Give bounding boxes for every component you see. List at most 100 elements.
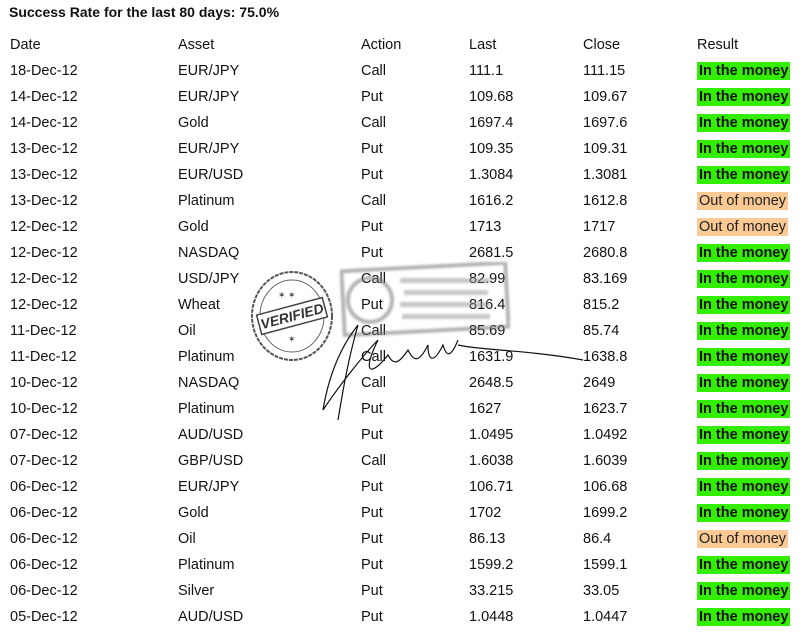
cell-action: Put bbox=[361, 245, 383, 261]
cell-result: In the money bbox=[693, 448, 801, 474]
cell-action: Put bbox=[361, 531, 383, 547]
result-badge: In the money bbox=[697, 62, 791, 80]
cell-last: 1.6038 bbox=[469, 453, 514, 469]
cell-last: 86.13 bbox=[469, 531, 506, 547]
cell-date: 10-Dec-12 bbox=[10, 401, 78, 417]
cell-last: 1702 bbox=[469, 505, 502, 521]
header-date: Date bbox=[10, 37, 41, 53]
cell-close: 109.31 bbox=[583, 141, 628, 157]
cell-result: In the money bbox=[693, 370, 801, 396]
cell-close: 85.74 bbox=[583, 323, 620, 339]
cell-date: 06-Dec-12 bbox=[10, 505, 78, 521]
cell-action: Call bbox=[361, 453, 386, 469]
cell-result: In the money bbox=[693, 240, 801, 266]
cell-close: 815.2 bbox=[583, 297, 620, 313]
cell-last: 1.0448 bbox=[469, 609, 514, 625]
header-close: Close bbox=[583, 37, 621, 53]
table-header-row: Date Asset Action Last Close Result bbox=[6, 32, 801, 58]
cell-last: 33.215 bbox=[469, 583, 514, 599]
table-row: 13-Dec-12 EUR/USD Put 1.3084 1.3081 In the mo… bbox=[6, 162, 801, 188]
cell-close: 1.0492 bbox=[583, 427, 628, 443]
cell-result: In the money bbox=[693, 84, 801, 110]
cell-action: Call bbox=[361, 375, 386, 391]
cell-action: Put bbox=[361, 583, 383, 599]
cell-close: 1623.7 bbox=[583, 401, 628, 417]
result-badge: In the money bbox=[697, 322, 791, 340]
cell-action: Call bbox=[361, 271, 386, 287]
cell-last: 85.69 bbox=[469, 323, 506, 339]
table-row: 05-Dec-12 AUD/USD Put 1.0448 1.0447 In the mo… bbox=[6, 604, 801, 630]
cell-close: 1599.1 bbox=[583, 557, 628, 573]
table-row: 13-Dec-12 EUR/JPY Put 109.35 109.31 In the mo… bbox=[6, 136, 801, 162]
table-row: 10-Dec-12 Platinum Put 1627 1623.7 In the mon… bbox=[6, 396, 801, 422]
cell-close: 1697.6 bbox=[583, 115, 628, 131]
cell-result: In the money bbox=[693, 292, 801, 318]
cell-result: In the money bbox=[693, 162, 801, 188]
cell-close: 1717 bbox=[583, 219, 616, 235]
cell-asset: USD/JPY bbox=[178, 271, 240, 287]
cell-asset: AUD/USD bbox=[178, 609, 244, 625]
cell-asset: NASDAQ bbox=[178, 245, 240, 261]
cell-last: 1631.9 bbox=[469, 349, 514, 365]
cell-close: 1.0447 bbox=[583, 609, 628, 625]
cell-date: 11-Dec-12 bbox=[10, 323, 77, 339]
cell-result: In the money bbox=[693, 474, 801, 500]
result-badge: In the money bbox=[697, 244, 791, 262]
cell-close: 1.6039 bbox=[583, 453, 628, 469]
cell-last: 109.35 bbox=[469, 141, 514, 157]
cell-last: 106.71 bbox=[469, 479, 514, 495]
cell-action: Call bbox=[361, 193, 386, 209]
cell-last: 1713 bbox=[469, 219, 502, 235]
cell-asset: Silver bbox=[178, 583, 215, 599]
cell-last: 1.3084 bbox=[469, 167, 514, 183]
table-row: 14-Dec-12 EUR/JPY Put 109.68 109.67 In the mo… bbox=[6, 84, 801, 110]
cell-asset: EUR/JPY bbox=[178, 89, 240, 105]
cell-asset: Platinum bbox=[178, 401, 235, 417]
table-row: 11-Dec-12 Oil Call 85.69 85.74 In the money bbox=[6, 318, 801, 344]
table-row: 06-Dec-12 Oil Put 86.13 86.4 Out of money bbox=[6, 526, 801, 552]
cell-asset: EUR/USD bbox=[178, 167, 244, 183]
cell-result: In the money bbox=[693, 344, 801, 370]
cell-date: 14-Dec-12 bbox=[10, 89, 78, 105]
cell-asset: Oil bbox=[178, 323, 196, 339]
cell-asset: Platinum bbox=[178, 557, 235, 573]
table-row: 06-Dec-12 Gold Put 1702 1699.2 In the money bbox=[6, 500, 801, 526]
cell-last: 1.0495 bbox=[469, 427, 514, 443]
result-badge: In the money bbox=[697, 270, 791, 288]
result-badge: In the money bbox=[697, 114, 791, 132]
cell-action: Put bbox=[361, 427, 383, 443]
cell-result: In the money bbox=[693, 500, 801, 526]
cell-asset: EUR/JPY bbox=[178, 479, 240, 495]
cell-asset: Wheat bbox=[178, 297, 220, 313]
cell-date: 13-Dec-12 bbox=[10, 193, 78, 209]
cell-action: Put bbox=[361, 89, 383, 105]
cell-close: 2680.8 bbox=[583, 245, 628, 261]
table-row: 12-Dec-12 Gold Put 1713 1717 Out of money bbox=[6, 214, 801, 240]
cell-action: Call bbox=[361, 349, 386, 365]
cell-close: 1612.8 bbox=[583, 193, 628, 209]
cell-result: In the money bbox=[693, 318, 801, 344]
cell-result: Out of money bbox=[693, 188, 801, 214]
table-row: 11-Dec-12 Platinum Call 1631.9 1638.8 In the … bbox=[6, 344, 801, 370]
cell-action: Call bbox=[361, 323, 386, 339]
cell-date: 11-Dec-12 bbox=[10, 349, 77, 365]
table-row: 06-Dec-12 Platinum Put 1599.2 1599.1 In the m… bbox=[6, 552, 801, 578]
header-last: Last bbox=[469, 37, 497, 53]
cell-result: In the money bbox=[693, 422, 801, 448]
table-row: 14-Dec-12 Gold Call 1697.4 1697.6 In the mone… bbox=[6, 110, 801, 136]
cell-last: 1697.4 bbox=[469, 115, 514, 131]
trade-results-table: Date Asset Action Last Close Result 18-D… bbox=[6, 32, 801, 630]
cell-action: Put bbox=[361, 167, 383, 183]
cell-date: 12-Dec-12 bbox=[10, 271, 78, 287]
cell-result: In the money bbox=[693, 266, 801, 292]
cell-last: 1599.2 bbox=[469, 557, 514, 573]
cell-action: Put bbox=[361, 479, 383, 495]
result-badge: In the money bbox=[697, 140, 791, 158]
cell-close: 111.15 bbox=[583, 63, 626, 79]
cell-asset: Gold bbox=[178, 219, 209, 235]
cell-last: 2648.5 bbox=[469, 375, 514, 391]
cell-action: Put bbox=[361, 141, 383, 157]
table-row: 13-Dec-12 Platinum Call 1616.2 1612.8 Out of … bbox=[6, 188, 801, 214]
table-row: 12-Dec-12 NASDAQ Put 2681.5 2680.8 In the mon… bbox=[6, 240, 801, 266]
cell-date: 14-Dec-12 bbox=[10, 115, 78, 131]
